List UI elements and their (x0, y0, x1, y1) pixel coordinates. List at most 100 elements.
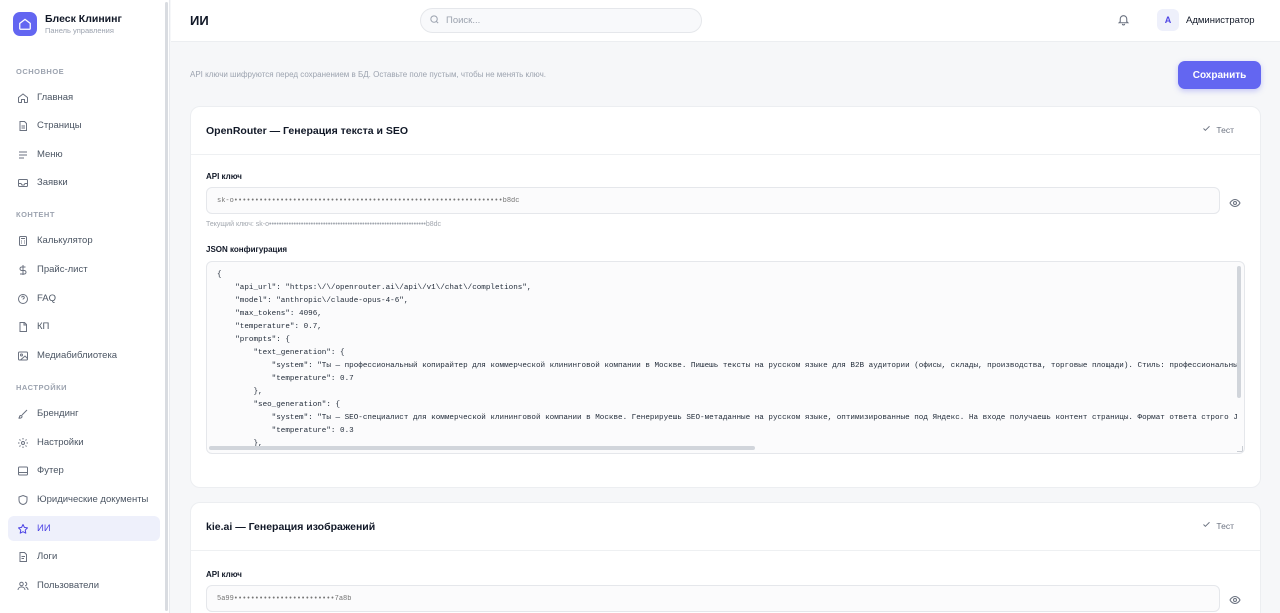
user-name: Администратор (1186, 14, 1255, 26)
gear-icon (17, 437, 29, 449)
openrouter-card: OpenRouter — Генерация текста и SEO Тест… (190, 106, 1261, 488)
sidebar-item-faq[interactable]: FAQ (8, 286, 160, 311)
home-logo-icon (13, 12, 37, 36)
eye-icon[interactable] (1229, 593, 1241, 611)
api-key-hint: API ключи шифруются перед сохранением в … (190, 70, 546, 79)
sidebar-item-label: FAQ (37, 293, 57, 304)
sidebar-item-label: Футер (37, 465, 64, 476)
sidebar-item-kp[interactable]: КП (8, 314, 160, 339)
search-box[interactable] (420, 8, 702, 33)
json-config-label: JSON конфигурация (206, 245, 288, 254)
nav-section-content: КОНТЕНТ (16, 210, 55, 219)
search-input[interactable] (446, 15, 686, 26)
json-config-textarea[interactable]: { "api_url": "https:\/\/openrouter.ai\/a… (206, 261, 1245, 454)
search-icon (429, 12, 440, 30)
sidebar-item-footer[interactable]: Футер (8, 458, 160, 483)
sidebar: Блеск Клининг Панель управления ОСНОВНОЕ… (0, 0, 170, 613)
sidebar-item-logs[interactable]: Логи (8, 544, 160, 569)
test-button[interactable]: Тест (1202, 520, 1234, 531)
json-horizontal-scrollbar[interactable] (209, 446, 755, 450)
brand[interactable]: Блеск Клининг Панель управления (13, 12, 122, 36)
json-config-content[interactable]: { "api_url": "https:\/\/openrouter.ai\/a… (217, 269, 1237, 449)
sidebar-item-pages[interactable]: Страницы (8, 113, 160, 138)
card-header: OpenRouter — Генерация текста и SEO Тест (191, 107, 1260, 155)
json-line: "system": "Ты — профессиональный копирай… (217, 362, 1237, 370)
save-button[interactable]: Сохранить (1178, 61, 1261, 89)
nav-section-settings: НАСТРОЙКИ (16, 383, 68, 392)
sidebar-item-calculator[interactable]: Калькулятор (8, 228, 160, 253)
test-label: Тест (1216, 520, 1234, 531)
json-line: "system": "Ты — SEO-специалист для комме… (217, 414, 1237, 422)
json-line: "max_tokens": 4096, (217, 310, 322, 318)
api-key-input[interactable] (206, 187, 1220, 214)
sidebar-item-label: Настройки (37, 437, 84, 448)
card-title: kie.ai — Генерация изображений (206, 521, 376, 533)
user-menu[interactable]: A Администратор (1157, 9, 1255, 31)
dollar-icon (17, 264, 29, 276)
json-line: }, (217, 388, 263, 396)
json-line: "prompts": { (217, 336, 290, 344)
sidebar-item-label: Прайс-лист (37, 264, 88, 275)
nav-section-main: ОСНОВНОЕ (16, 67, 65, 76)
sidebar-item-label: Главная (37, 92, 74, 103)
sidebar-item-users[interactable]: Пользователи (8, 573, 160, 598)
json-vertical-scrollbar[interactable] (1237, 266, 1241, 398)
card-header: kie.ai — Генерация изображений Тест (191, 503, 1260, 551)
sidebar-item-menu[interactable]: Меню (8, 142, 160, 167)
sidebar-item-label: Пользователи (37, 580, 100, 591)
sidebar-item-label: Калькулятор (37, 235, 93, 246)
sidebar-item-label: Страницы (37, 120, 82, 131)
sidebar-item-label: Брендинг (37, 408, 79, 419)
bell-icon[interactable] (1117, 13, 1130, 31)
api-key-label: API ключ (206, 172, 242, 181)
brush-icon (17, 408, 29, 420)
sidebar-item-requests[interactable]: Заявки (8, 170, 160, 195)
card-title: OpenRouter — Генерация текста и SEO (206, 125, 409, 137)
json-line: "temperature": 0.3 (217, 427, 354, 435)
sidebar-item-media[interactable]: Медиабиблиотека (8, 343, 160, 368)
json-line: "temperature": 0.7 (217, 375, 354, 383)
sidebar-scrollbar[interactable] (165, 2, 168, 611)
sidebar-item-branding[interactable]: Брендинг (8, 401, 160, 426)
sidebar-item-label: Меню (37, 149, 63, 160)
brand-title: Блеск Клининг (45, 12, 122, 25)
json-line: "api_url": "https:\/\/openrouter.ai\/api… (217, 284, 532, 292)
eye-icon[interactable] (1229, 196, 1241, 214)
brand-subtitle: Панель управления (45, 25, 114, 35)
check-icon (1202, 520, 1211, 531)
api-key-input[interactable] (206, 585, 1220, 612)
test-label: Тест (1216, 124, 1234, 135)
sidebar-item-settings[interactable]: Настройки (8, 430, 160, 455)
users-icon (17, 580, 29, 592)
current-key-note: Текущий ключ: sk-o••••••••••••••••••••••… (206, 221, 442, 228)
sidebar-item-pricelist[interactable]: Прайс-лист (8, 257, 160, 282)
help-circle-icon (17, 293, 29, 305)
image-icon (17, 350, 29, 362)
resize-handle[interactable] (1237, 446, 1243, 452)
sidebar-item-label: КП (37, 321, 50, 332)
home-icon (17, 92, 29, 104)
top-header: ИИ A Администратор (171, 0, 1280, 42)
sidebar-item-label: Юридические документы (37, 494, 149, 505)
sidebar-item-ai[interactable]: ИИ (8, 516, 160, 541)
check-icon (1202, 124, 1211, 135)
json-line: "model": "anthropic\/claude-opus-4-6", (217, 297, 409, 305)
document-icon (17, 321, 29, 333)
log-file-icon (17, 551, 29, 563)
menu-icon (17, 149, 29, 161)
json-line: "seo_generation": { (217, 401, 341, 409)
avatar: A (1157, 9, 1179, 31)
sidebar-item-label: ИИ (37, 523, 51, 534)
json-line: "text_generation": { (217, 349, 345, 357)
test-button[interactable]: Тест (1202, 124, 1234, 135)
inbox-icon (17, 177, 29, 189)
page-title: ИИ (190, 13, 209, 28)
json-line: "temperature": 0.7, (217, 323, 322, 331)
layout-icon (17, 465, 29, 477)
sidebar-item-label: Медиабиблиотека (37, 350, 118, 361)
calculator-icon (17, 235, 29, 247)
star-icon (17, 523, 29, 535)
sidebar-item-legal[interactable]: Юридические документы (8, 487, 160, 512)
sidebar-item-home[interactable]: Главная (8, 85, 160, 110)
file-icon (17, 120, 29, 132)
